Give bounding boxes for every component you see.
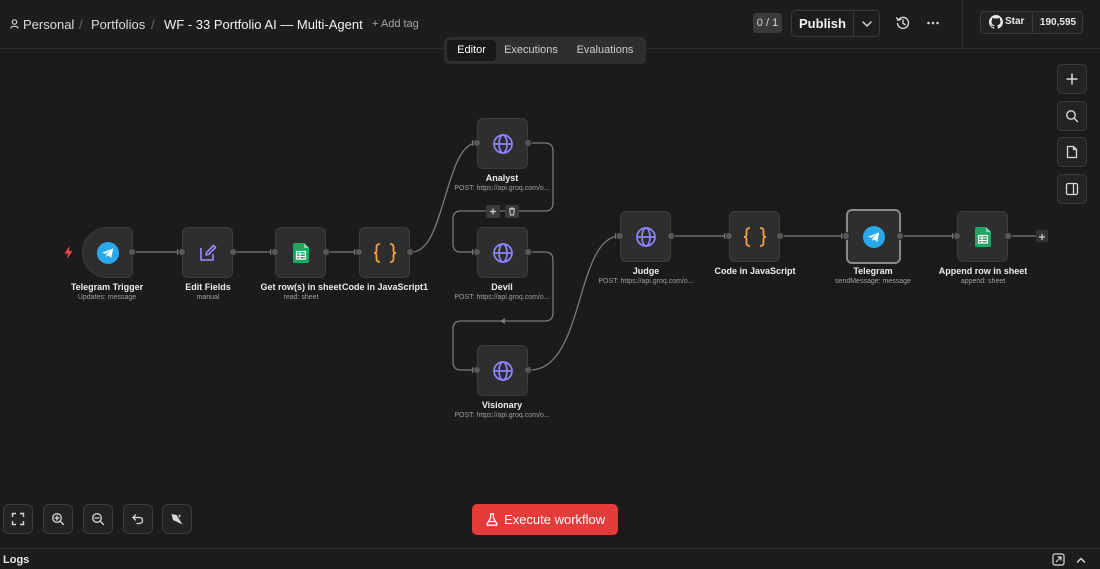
node-telegram-trigger[interactable] xyxy=(82,227,133,278)
output-port[interactable] xyxy=(406,248,414,256)
execute-workflow-button[interactable]: Execute workflow xyxy=(472,504,618,535)
output-port[interactable] xyxy=(524,139,532,147)
trigger-bolt-icon xyxy=(64,246,73,259)
input-port[interactable] xyxy=(725,232,733,240)
output-port[interactable] xyxy=(1004,232,1012,240)
node-edit-fields[interactable] xyxy=(182,227,233,278)
output-port[interactable] xyxy=(322,248,330,256)
add-next-node-button[interactable] xyxy=(1036,230,1048,242)
node-label: Append row in sheet xyxy=(938,266,1028,276)
chevron-up-icon[interactable] xyxy=(1075,554,1087,566)
code-braces-icon xyxy=(373,242,396,263)
google-sheets-icon xyxy=(292,242,309,263)
node-judge[interactable] xyxy=(620,211,671,262)
output-port[interactable] xyxy=(128,248,136,256)
zoom-in-icon xyxy=(52,513,65,526)
input-port[interactable] xyxy=(473,248,481,256)
output-port[interactable] xyxy=(524,366,532,374)
google-sheets-icon xyxy=(974,226,991,247)
output-port[interactable] xyxy=(229,248,237,256)
output-port[interactable] xyxy=(776,232,784,240)
logs-label: Logs xyxy=(3,554,30,566)
input-port[interactable] xyxy=(271,248,279,256)
arrow-head xyxy=(500,318,505,324)
node-label: Visionary xyxy=(481,400,523,410)
globe-icon xyxy=(492,133,513,154)
node-subtitle: read: sheet xyxy=(283,294,319,301)
input-port[interactable] xyxy=(473,366,481,374)
input-port[interactable] xyxy=(355,248,363,256)
node-visionary[interactable] xyxy=(477,345,528,396)
tidy-up-button[interactable] xyxy=(162,504,192,534)
input-port[interactable] xyxy=(842,232,850,240)
fit-view-icon xyxy=(11,512,25,526)
output-port[interactable] xyxy=(896,232,904,240)
node-devil[interactable] xyxy=(477,227,528,278)
zoom-out-icon xyxy=(92,513,105,526)
node-subtitle: POST: https://api.groq.com/o... xyxy=(454,294,550,301)
node-append-row-in-sheet[interactable] xyxy=(957,211,1008,262)
telegram-icon xyxy=(862,225,885,248)
node-code-in-javascript[interactable] xyxy=(729,211,780,262)
trash-icon xyxy=(509,207,515,216)
telegram-icon xyxy=(96,241,119,264)
input-port[interactable] xyxy=(473,139,481,147)
flask-icon xyxy=(486,513,498,526)
globe-icon xyxy=(492,242,513,263)
input-port[interactable] xyxy=(953,232,961,240)
edge-code1-analyst xyxy=(411,142,478,253)
node-label: Analyst xyxy=(485,173,519,183)
undo-icon xyxy=(132,514,144,525)
node-subtitle: POST: https://api.groq.com/o... xyxy=(454,412,550,419)
output-port[interactable] xyxy=(524,248,532,256)
globe-icon xyxy=(635,226,656,247)
edge-visionary-judge xyxy=(529,235,621,371)
output-port[interactable] xyxy=(667,232,675,240)
zoom-out-button[interactable] xyxy=(83,504,113,534)
pencil-icon xyxy=(199,244,216,261)
node-subtitle: append: sheet xyxy=(960,278,1006,285)
node-subtitle: POST: https://api.groq.com/o... xyxy=(598,278,694,285)
node-label: Devil xyxy=(491,282,513,292)
node-telegram[interactable] xyxy=(846,209,901,264)
logs-panel-bar[interactable]: Logs xyxy=(0,548,1100,569)
edge-delete-button[interactable] xyxy=(505,205,519,218)
edge-add-button[interactable] xyxy=(486,205,500,218)
code-braces-icon xyxy=(743,226,766,247)
pop-out-icon[interactable] xyxy=(1052,553,1065,566)
input-port[interactable] xyxy=(178,248,186,256)
undo-button[interactable] xyxy=(123,504,153,534)
globe-icon xyxy=(492,360,513,381)
node-code-in-javascript1[interactable] xyxy=(359,227,410,278)
node-analyst[interactable] xyxy=(477,118,528,169)
input-port[interactable] xyxy=(616,232,624,240)
plus-icon xyxy=(490,208,496,215)
node-subtitle: POST: https://api.groq.com/o... xyxy=(454,185,550,192)
fit-view-button[interactable] xyxy=(3,504,33,534)
broom-icon xyxy=(171,514,183,525)
zoom-in-button[interactable] xyxy=(43,504,73,534)
node-get-rows-in-sheet[interactable] xyxy=(275,227,326,278)
plus-icon xyxy=(1039,234,1045,240)
execute-workflow-label: Execute workflow xyxy=(504,512,606,527)
